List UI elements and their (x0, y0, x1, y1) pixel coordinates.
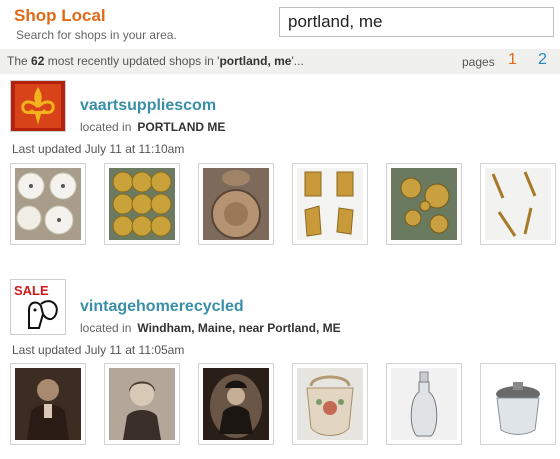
squirrel-sale-sign-icon: SALE (11, 280, 65, 334)
pages-label: pages (462, 55, 495, 69)
item-thumbnail[interactable] (198, 363, 274, 445)
item-thumbnail[interactable] (480, 163, 556, 245)
glass-decanter-image (391, 368, 457, 440)
brass-hinges-image (297, 168, 363, 240)
last-updated: Last updated July 11 at 11:05am (12, 343, 185, 357)
location-search-input[interactable] (279, 7, 554, 37)
shop-card: SALE vintagehomerecycled located in Windh… (0, 279, 560, 459)
item-thumbnail[interactable] (480, 363, 556, 445)
results-count: 62 (31, 54, 45, 68)
page-subtitle: Search for shops in your area. (16, 28, 177, 42)
item-thumbnail[interactable] (104, 163, 180, 245)
item-thumbnail[interactable] (104, 363, 180, 445)
portrait-man-image (15, 368, 81, 440)
results-middle: most recently updated shops in ' (47, 54, 220, 68)
results-prefix: The (7, 54, 28, 68)
fleur-de-lis-icon (11, 81, 65, 131)
portrait-woman-oval-image (203, 368, 269, 440)
results-suffix: '... (291, 54, 304, 68)
results-bar: The 62 most recently updated shops in 'p… (0, 49, 560, 74)
brass-hands-image (485, 168, 551, 240)
last-updated: Last updated July 11 at 11:10am (12, 142, 185, 156)
clock-gears-image (391, 168, 457, 240)
located-label: located in (80, 120, 132, 134)
page-link-1[interactable]: 1 (508, 51, 517, 69)
shop-location: located in PORTLAND ME (80, 120, 225, 134)
location-value: Windham, Maine, near Portland, ME (137, 321, 341, 335)
located-label: located in (80, 321, 132, 335)
shop-card: vaartsuppliescom located in PORTLAND ME L… (0, 80, 560, 260)
item-thumbnail[interactable] (10, 163, 86, 245)
item-thumbnail[interactable] (10, 363, 86, 445)
results-query: portland, me (219, 54, 292, 68)
page-title: Shop Local (14, 6, 106, 25)
item-thumbnail[interactable] (386, 163, 462, 245)
portrait-girl-image (109, 368, 175, 440)
shop-avatar[interactable] (10, 80, 66, 132)
crystal-jar-image (485, 368, 551, 440)
shop-location: located in Windham, Maine, near Portland,… (80, 321, 341, 335)
item-thumbnail[interactable] (292, 163, 368, 245)
location-value: PORTLAND ME (137, 120, 226, 134)
brass-buttons-image (109, 168, 175, 240)
shop-name-link[interactable]: vintagehomerecycled (80, 298, 244, 316)
item-thumbnail[interactable] (386, 363, 462, 445)
beaded-purse-image (297, 368, 363, 440)
svg-text:SALE: SALE (14, 283, 49, 298)
results-summary: The 62 most recently updated shops in 'p… (7, 54, 304, 68)
watch-dials-image (15, 168, 81, 240)
item-thumbnail[interactable] (198, 163, 274, 245)
page-link-2[interactable]: 2 (538, 51, 547, 69)
shop-avatar[interactable]: SALE (10, 279, 66, 335)
page-header: Shop Local Search for shops in your area… (0, 0, 560, 48)
brass-plate-image (203, 168, 269, 240)
item-thumbnail[interactable] (292, 363, 368, 445)
shop-name-link[interactable]: vaartsuppliescom (80, 97, 216, 115)
